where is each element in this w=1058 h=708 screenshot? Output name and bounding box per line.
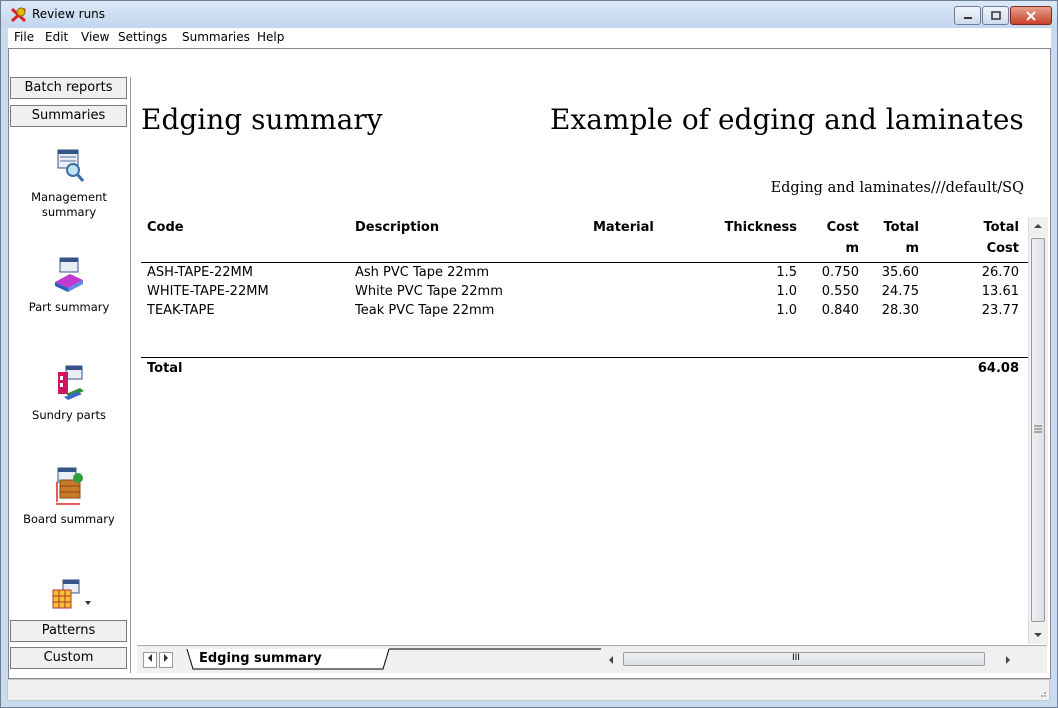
row-total-cost: 26.70: [981, 265, 1019, 280]
row-thickness: 1.5: [776, 265, 797, 280]
header-rule: [141, 262, 1028, 263]
report-heading-right: Example of edging and laminates: [550, 103, 1024, 136]
part-summary-label: Part summary: [28, 300, 110, 314]
patterns-grid-icon: [52, 579, 91, 609]
total-label: Total: [147, 361, 183, 376]
row-thickness: 1.0: [776, 284, 797, 299]
sheet-tab-edging-summary[interactable]: Edging summary: [199, 651, 322, 671]
sundry-parts-label: Sundry parts: [32, 408, 106, 422]
row-code: TEAK-TAPE: [147, 303, 215, 318]
title-bar: Review runs: [1, 1, 1057, 28]
status-bar: [7, 679, 1050, 701]
sidebar-more-button[interactable]: [10, 578, 128, 616]
row-cost-m: 0.750: [821, 265, 859, 280]
maximize-icon: [990, 11, 1001, 20]
row-total-cost: 23.77: [981, 303, 1019, 318]
row-description: Teak PVC Tape 22mm: [355, 303, 495, 318]
col-cost-header: Cost: [826, 220, 859, 235]
tab-batch-reports[interactable]: Batch reports: [10, 77, 127, 99]
scroll-down-icon[interactable]: [1033, 631, 1043, 639]
scroll-right-icon[interactable]: [1003, 655, 1013, 665]
maximize-button[interactable]: [982, 6, 1009, 25]
arrow-right-icon: [164, 654, 168, 662]
menu-bar: File Edit View Settings Summaries Help: [8, 28, 1051, 48]
menu-edit[interactable]: Edit: [45, 30, 68, 44]
row-total-m: 24.75: [881, 284, 919, 299]
row-total-m: 28.30: [881, 303, 919, 318]
minimize-button[interactable]: [954, 6, 981, 25]
scroll-left-icon[interactable]: [606, 655, 616, 665]
window-title: Review runs: [32, 7, 106, 21]
tab-patterns[interactable]: Patterns: [10, 620, 127, 642]
close-icon: [1026, 11, 1036, 21]
col-total-m-header: Total: [883, 220, 919, 235]
minimize-icon: [963, 17, 972, 19]
sheet-prev-button[interactable]: [143, 652, 157, 668]
row-description: White PVC Tape 22mm: [355, 284, 503, 299]
menu-summaries[interactable]: Summaries: [182, 30, 250, 44]
menu-help[interactable]: Help: [257, 30, 284, 44]
vertical-scroll-thumb[interactable]: [1031, 238, 1045, 622]
scroll-grip: III: [792, 653, 800, 663]
col-total-cost-header: Total: [983, 220, 1019, 235]
report-view: Edging summary Example of edging and lam…: [137, 77, 1028, 644]
col-total-m-header-unit: m: [905, 241, 919, 256]
report-subheading: Edging and laminates///default/SQ: [770, 180, 1024, 196]
sidebar-item-sundry-parts[interactable]: Sundry parts: [10, 364, 128, 422]
sidebar-item-board-summary[interactable]: Board summary: [10, 466, 128, 526]
row-code: ASH-TAPE-22MM: [147, 265, 253, 280]
scroll-up-icon[interactable]: [1033, 222, 1043, 230]
management-summary-icon: [57, 149, 85, 182]
col-code-header: Code: [147, 220, 184, 235]
sidebar-item-management-summary[interactable]: Management summary: [10, 146, 128, 220]
col-description-header: Description: [355, 220, 440, 235]
row-code: WHITE-TAPE-22MM: [147, 284, 269, 299]
horizontal-scrollbar[interactable]: III: [603, 650, 1023, 669]
sheet-next-button[interactable]: [159, 652, 173, 668]
total-value: 64.08: [977, 361, 1019, 376]
row-cost-m: 0.840: [821, 303, 859, 318]
menu-settings[interactable]: Settings: [118, 30, 167, 44]
menu-view[interactable]: View: [81, 30, 109, 44]
management-summary-label: Management summary: [31, 190, 107, 219]
total-rule: [141, 357, 1028, 358]
tab-summaries[interactable]: Summaries: [10, 105, 127, 127]
dropdown-arrow-icon: [85, 601, 91, 605]
row-description: Ash PVC Tape 22mm: [355, 265, 489, 280]
row-thickness: 1.0: [776, 303, 797, 318]
row-total-m: 35.60: [881, 265, 919, 280]
col-total-cost-header-line2: Cost: [986, 241, 1019, 256]
horizontal-scroll-thumb[interactable]: III: [623, 652, 985, 666]
part-summary-icon: [55, 257, 83, 292]
col-thickness-header: Thickness: [724, 220, 797, 235]
sheet-tab-bar: Edging summary III: [137, 645, 1047, 673]
col-cost-header-unit: m: [845, 241, 859, 256]
row-total-cost: 13.61: [981, 284, 1019, 299]
board-summary-icon: [56, 467, 83, 505]
resize-grip-icon[interactable]: [1037, 688, 1047, 698]
app-icon: [10, 7, 27, 23]
col-material-header: Material: [593, 220, 654, 235]
row-cost-m: 0.550: [821, 284, 859, 299]
sidebar-divider: [130, 77, 131, 673]
arrow-left-icon: [148, 654, 152, 662]
menu-file[interactable]: File: [14, 30, 34, 44]
report-title: Edging summary: [141, 103, 383, 136]
sidebar-item-part-summary[interactable]: Part summary: [10, 256, 128, 314]
close-button[interactable]: [1010, 6, 1052, 25]
vertical-scrollbar[interactable]: [1028, 217, 1048, 644]
sundry-parts-icon: [58, 365, 84, 400]
tab-custom[interactable]: Custom: [10, 647, 127, 669]
grip-icon: [1034, 425, 1042, 433]
board-summary-label: Board summary: [23, 512, 115, 526]
